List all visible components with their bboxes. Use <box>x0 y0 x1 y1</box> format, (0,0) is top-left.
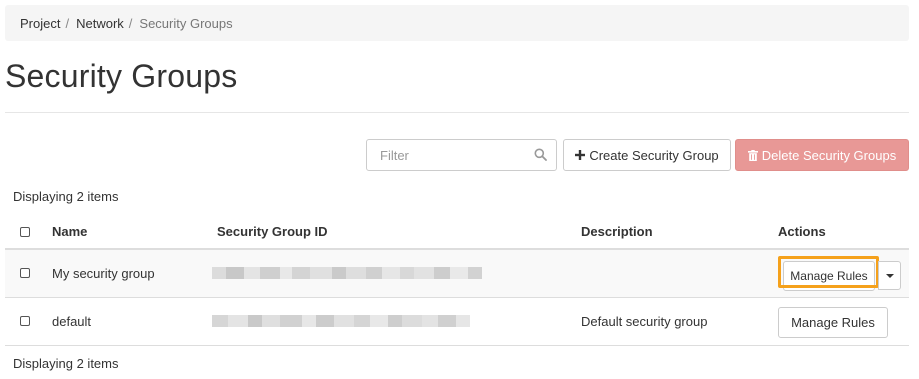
trash-icon <box>747 149 758 161</box>
search-icon[interactable] <box>534 148 547 161</box>
filter-field[interactable] <box>366 139 557 171</box>
security-group-description: Default security group <box>581 314 708 329</box>
table-row: default Default security group Manage Ru… <box>5 298 909 346</box>
security-group-name[interactable]: My security group <box>52 266 155 281</box>
table-row: My security group Manage Rules <box>5 250 909 298</box>
security-group-name[interactable]: default <box>52 314 91 329</box>
row-checkbox[interactable] <box>20 268 30 278</box>
row-checkbox[interactable] <box>20 316 30 326</box>
create-security-group-label: Create Security Group <box>589 147 719 163</box>
breadcrumb-network[interactable]: Network <box>76 16 124 31</box>
highlight-box <box>778 256 879 288</box>
column-header-actions: Actions <box>778 224 826 239</box>
item-count-footer: Displaying 2 items <box>13 356 119 371</box>
create-security-group-button[interactable]: Create Security Group <box>563 139 731 171</box>
redacted-security-group-id <box>212 267 482 279</box>
table-header: Name Security Group ID Description Actio… <box>5 213 909 250</box>
select-all-checkbox[interactable] <box>20 227 30 237</box>
delete-security-groups-label: Delete Security Groups <box>761 147 897 163</box>
caret-down-icon <box>885 273 894 278</box>
item-count: Displaying 2 items <box>13 189 119 204</box>
breadcrumb: Project / Network / Security Groups <box>5 5 909 41</box>
delete-security-groups-button[interactable]: Delete Security Groups <box>735 139 909 171</box>
column-header-description[interactable]: Description <box>581 224 653 239</box>
column-header-name[interactable]: Name <box>52 224 87 239</box>
breadcrumb-separator: / <box>65 15 70 31</box>
filter-input[interactable] <box>367 140 527 170</box>
title-divider <box>5 112 909 113</box>
plus-icon <box>575 150 586 160</box>
manage-rules-button[interactable]: Manage Rules <box>778 307 888 338</box>
actions-dropdown-toggle[interactable] <box>878 261 901 290</box>
breadcrumb-separator: / <box>128 15 133 31</box>
redacted-security-group-id <box>212 315 470 327</box>
breadcrumb-security-groups: Security Groups <box>139 15 233 31</box>
page-title: Security Groups <box>5 58 238 94</box>
breadcrumb-project[interactable]: Project <box>20 16 60 31</box>
column-header-security-group-id[interactable]: Security Group ID <box>217 224 328 239</box>
